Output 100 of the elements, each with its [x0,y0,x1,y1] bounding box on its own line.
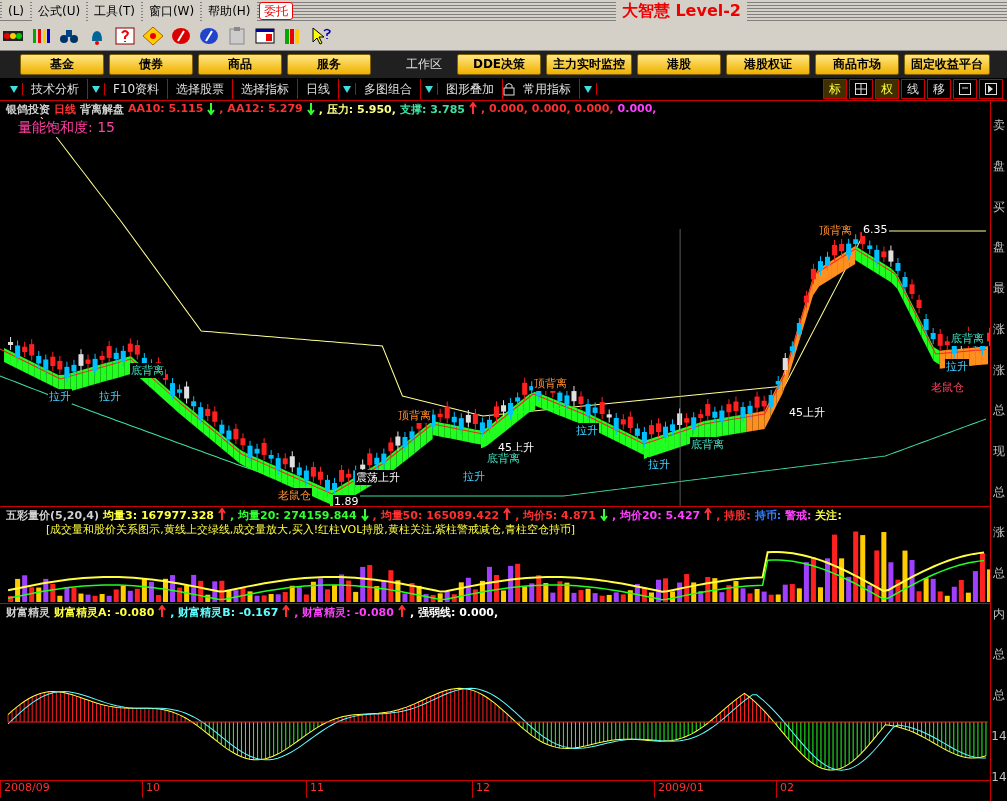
date-label: 2008/09 [0,781,142,798]
bottom-divergence-label: 底背离 [950,331,985,346]
question-chart-icon[interactable] [114,26,136,46]
up-arrow-icon [282,605,291,618]
indicator-value: , 均价5: 4.871 [515,508,596,523]
slashed-circle-icon[interactable] [198,26,220,46]
window-icon[interactable] [254,26,276,46]
quote-label: 总 [993,485,1005,498]
down-arrow-icon [306,102,315,115]
nav-button[interactable]: 主力实时监控 [546,54,632,75]
toolbar-tab[interactable]: 多图组合 [356,79,422,99]
quote-label: 总 [993,689,1005,702]
date-label: 2009/01 [654,781,776,798]
bars-icon[interactable] [30,26,52,46]
menu-item[interactable]: 公式(U) [32,0,87,22]
nav-button[interactable]: 商品 [198,54,282,75]
date-label: 11 [306,781,472,798]
indicator-value: , 持股: [716,508,751,523]
rise-label: 拉升 [48,389,72,404]
toolbar-tab[interactable]: 图形叠加 [438,79,504,99]
quote-label: 卖 [993,119,1005,132]
chart-mode-button[interactable]: 线 [901,79,925,99]
bottom-divergence-label: 底背离 [130,363,165,378]
slashed-disc-icon[interactable] [170,26,192,46]
play-button[interactable] [979,79,1003,99]
chart-label: 6.35 [862,223,889,236]
top-divergence-label: 顶背离 [533,376,568,391]
down-arrow-icon [360,508,369,521]
order-button[interactable]: 委托 [258,2,293,20]
lock-icon[interactable] [503,82,516,96]
toolbar-tab[interactable]: F10资料 [105,79,169,99]
bottom-divergence-label: 底背离 [690,437,725,452]
indicator-value: , 财富精灵B: -0.167 [170,605,279,620]
indicator-value: , 压力: 5.950, [318,102,396,117]
quote-label: 涨 [993,526,1005,539]
quote-label: 盘 [993,160,1005,173]
quote-label: 买 [993,200,1005,213]
up-arrow-icon [158,605,167,618]
chart-label: 老鼠仓 [277,488,312,503]
toolbar-tab[interactable]: 常用指标 [515,79,581,99]
app-title: 大智慧 Level-2 [615,0,747,22]
quote-label: 14 [991,770,1007,783]
up-arrow-icon [397,605,406,618]
menu-item[interactable]: 帮助(H) [202,0,257,22]
indicator-note: [成交量和股价关系图示,黄线上交绿线,成交量放大,买入!红柱VOL持股,黄柱关注,紫柱警戒减仓,青柱空仓持币] [46,522,576,537]
nav-button[interactable]: DDE决策 [457,54,541,75]
indicator-value: 0.000, [617,102,657,117]
chart-mode-button[interactable]: 标 [823,79,847,99]
indicator-value: , AA12: 5.279 [219,102,303,117]
quote-label: 总 [993,404,1005,417]
window-button[interactable] [953,79,977,99]
chart-label: 老鼠仓 [930,380,965,395]
toolbar-tab[interactable]: 日线 [298,79,340,99]
indicator-value: , 0.000, 0.000, 0.000, [481,102,614,117]
down-arrow-icon [207,102,216,115]
quote-label: 涨 [993,363,1005,376]
grid-icon [855,83,867,95]
quote-label: 涨 [993,322,1005,335]
rise-label: 拉升 [575,423,599,438]
chart-mode-button[interactable]: 权 [875,79,899,99]
toolbar-tab[interactable]: 选择股票 [168,79,234,99]
indicator-value: 支撑: 3.785 [399,102,465,117]
indicator-value: 持币: [754,508,782,523]
nav-button[interactable]: 债券 [109,54,193,75]
nav-button[interactable]: 港股权证 [726,54,810,75]
menu-item[interactable]: 窗口(W) [142,0,201,22]
rise-label: 拉升 [945,359,969,374]
indicator-value: , 均量50: 165089.422 [372,508,500,523]
clipboard-icon[interactable] [226,26,248,46]
menu-item[interactable]: 工具(T) [88,0,141,22]
toolbar-tab[interactable]: 选择指标 [233,79,299,99]
quote-label: 14 [991,729,1007,742]
indicator-value: 关注: [815,508,842,523]
top-divergence-label: 顶背离 [818,223,853,238]
indicator-value: 背离解盘 [80,102,124,117]
indicator-value: 银鸽投资 [6,102,50,117]
chart-label: 1.89 [333,495,360,506]
rise-label: 拉升 [98,389,122,404]
indicator-value: , 均价20: 5.427 [611,508,701,523]
up-arrow-icon [218,508,226,521]
quote-label: 盘 [993,241,1005,254]
nav-button[interactable]: 固定收益平台 [904,54,990,75]
top-divergence-label: 顶背离 [397,408,432,423]
pointer-help-icon[interactable] [310,26,332,46]
chart-label: 45上升 [788,405,826,420]
window-icon [959,83,971,95]
diamond-sign-icon[interactable] [142,26,164,46]
menu-item[interactable]: (L) [2,2,31,20]
indicator-value: 财富精灵 [6,605,50,620]
quote-label: 最 [993,282,1005,295]
nav-button[interactable]: 港股 [637,54,721,75]
nav-button[interactable]: 商品市场 [815,54,899,75]
toolbar-tab[interactable]: 技术分析 [23,79,88,99]
indicator-value: AA10: 5.115 [128,102,204,117]
indicator-value: 财富精灵A: -0.080 [54,605,155,620]
indicator-value: 日线 [54,102,76,117]
nav-button[interactable]: 基金 [20,54,104,75]
chart-mode-button[interactable]: 移 [927,79,951,99]
nav-button[interactable]: 服务 [287,54,371,75]
crosshair-button[interactable] [849,79,873,99]
